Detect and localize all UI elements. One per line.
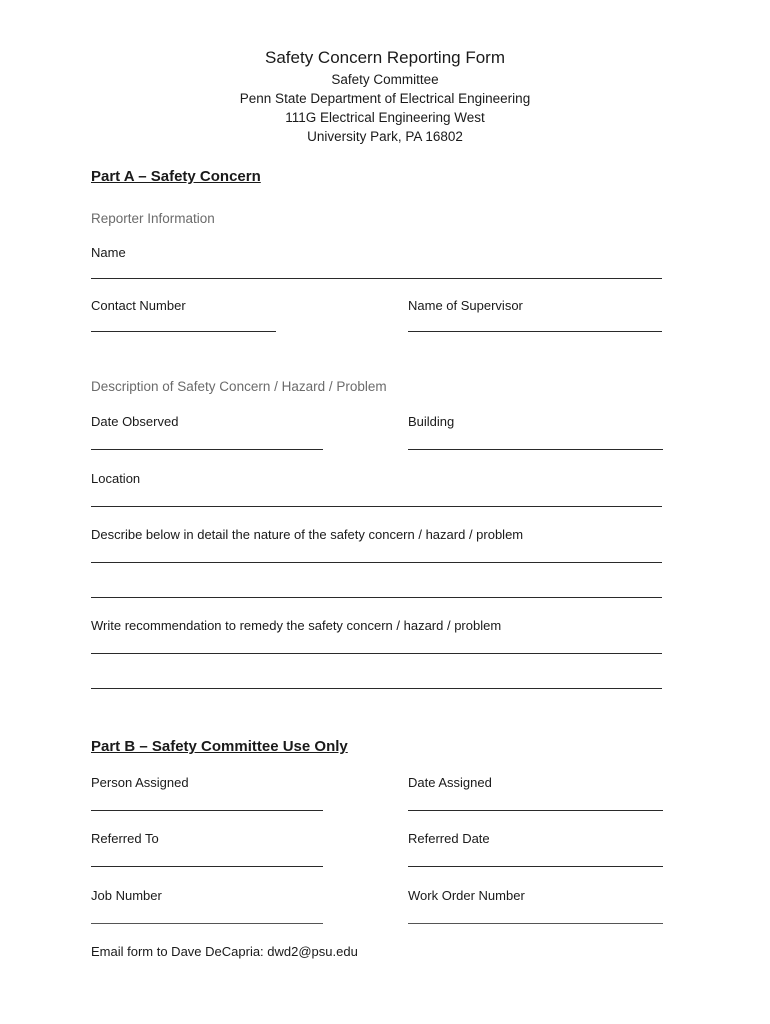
work-order-field[interactable] — [408, 923, 663, 924]
header-line-department: Penn State Department of Electrical Engi… — [239, 91, 531, 106]
location-field[interactable] — [91, 506, 662, 507]
supervisor-label: Name of Supervisor — [408, 298, 523, 313]
detail-field-line-1[interactable] — [91, 562, 662, 563]
supervisor-field[interactable] — [408, 331, 662, 332]
description-subheading: Description of Safety Concern / Hazard /… — [91, 379, 387, 394]
date-observed-label: Date Observed — [91, 414, 179, 429]
name-field[interactable] — [91, 278, 662, 279]
referred-to-label: Referred To — [91, 831, 159, 846]
part-b-heading: Part B – Safety Committee Use Only — [91, 738, 348, 755]
email-instructions: Email form to Dave DeCapria: dwd2@psu.ed… — [91, 944, 358, 959]
location-label: Location — [91, 471, 141, 486]
referred-date-field[interactable] — [408, 866, 663, 867]
job-number-label: Job Number — [91, 888, 162, 903]
referred-date-label: Referred Date — [408, 831, 490, 846]
work-order-label: Work Order Number — [408, 888, 525, 903]
header-line-building: 111G Electrical Engineering West — [285, 110, 485, 125]
form-page: Safety Concern Reporting Form Safety Com… — [0, 0, 770, 1024]
date-assigned-field[interactable] — [408, 810, 663, 811]
form-title: Safety Concern Reporting Form — [265, 48, 505, 67]
recommendation-label: Write recommendation to remedy the safet… — [91, 618, 502, 633]
contact-number-label: Contact Number — [91, 298, 186, 313]
person-assigned-label: Person Assigned — [91, 775, 189, 790]
date-assigned-label: Date Assigned — [408, 775, 492, 790]
header-line-address: University Park, PA 16802 — [307, 129, 463, 144]
job-number-field[interactable] — [91, 923, 323, 924]
header-line-committee: Safety Committee — [331, 72, 439, 87]
recommendation-field-line-2[interactable] — [91, 688, 662, 689]
person-assigned-field[interactable] — [91, 810, 323, 811]
building-label: Building — [408, 414, 455, 429]
detail-field-line-2[interactable] — [91, 597, 662, 598]
name-label: Name — [91, 245, 126, 260]
reporter-info-subheading: Reporter Information — [91, 211, 215, 226]
building-field[interactable] — [408, 449, 663, 450]
detail-label: Describe below in detail the nature of t… — [91, 527, 524, 542]
referred-to-field[interactable] — [91, 866, 323, 867]
recommendation-field-line-1[interactable] — [91, 653, 662, 654]
date-observed-field[interactable] — [91, 449, 323, 450]
part-a-heading: Part A – Safety Concern — [91, 168, 261, 185]
contact-number-field[interactable] — [91, 331, 276, 332]
